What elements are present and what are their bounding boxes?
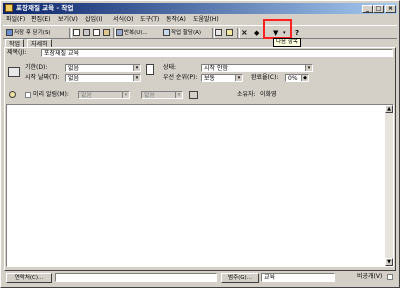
status-label: 상태: [163,64,177,71]
chevron-down-icon[interactable]: ▾ [175,92,182,98]
toolbar-separator [237,28,240,38]
start-date-field[interactable]: 없음 ▾ [65,74,141,82]
priority-value: 보통 [204,75,216,82]
categories-input[interactable]: 교육 [261,273,335,282]
reminder-time-field[interactable]: 없음 ▾ [141,91,183,99]
spinner-arrows-icon[interactable]: ◆ [301,75,308,81]
minimize-button[interactable]: _ [362,5,373,13]
notes-icon [226,29,233,36]
priority-label: 우선 순위(P): [163,74,198,81]
subject-label: 제목(J): [7,49,27,56]
speaker-icon[interactable] [189,91,198,99]
menu-view[interactable]: 보기(V) [58,15,78,24]
save-close-button[interactable]: 저장 후 닫기(S) [6,28,51,38]
assign-task-icon [163,29,170,36]
percent-complete-spinner[interactable]: 0% ◆ [285,74,309,82]
scroll-up-icon[interactable]: ▲ [385,105,393,113]
close-button[interactable]: × [385,5,396,13]
help-button[interactable]: ? [295,28,299,38]
assign-task-button[interactable]: 작업 할당(A) [163,28,201,38]
copy-button[interactable] [93,28,101,38]
bottom-bar: 연락처(C)... 범주(G)... 교육 비공개(V) [3,271,397,285]
vertical-scrollbar[interactable]: ▲ ▼ [385,105,393,266]
previous-item-button[interactable]: ◆ [254,28,259,38]
assign-task-label: 작업 할당(A) [171,30,202,36]
toolbar-separator [69,28,72,38]
menu-file[interactable]: 파일(F) [6,15,25,24]
due-date-field[interactable]: 없음 ▾ [65,64,141,72]
percent-complete-label: 완료율(C): [251,74,279,81]
priority-select[interactable]: 보통 ▾ [201,74,243,82]
paste-icon [103,29,110,36]
check-icon [215,29,222,36]
delete-button[interactable]: × [241,28,248,38]
window-title: 포장재질 교육 - 작업 [16,4,74,12]
subject-input[interactable]: 포장재질 교육 [41,49,393,57]
cut-button[interactable] [83,28,91,38]
reminder-checkbox[interactable] [25,92,31,98]
title-bar: 포장재질 교육 - 작업 _ □ × [3,3,397,14]
menu-tools[interactable]: 도구(T) [140,15,159,24]
recurrence-label: 반복(U)... [124,30,148,36]
recurrence-button[interactable]: 반복(U)... [116,28,148,38]
private-label: 비공개(V) [357,273,383,280]
menu-format[interactable]: 서식(O) [113,15,133,24]
status-select[interactable]: 시작 안함 ▾ [201,64,313,72]
cut-icon [83,29,90,36]
paste-button[interactable] [103,28,111,38]
chevron-down-icon[interactable]: ▾ [133,75,140,81]
start-date-label: 시작 날짜(T): [25,74,60,81]
reminder-date-field[interactable]: 없음 ▾ [78,91,130,99]
save-icon [6,29,13,36]
recurrence-icon [116,29,123,36]
chevron-down-icon[interactable]: ▾ [133,65,140,71]
menu-help[interactable]: 도움말(H) [193,15,219,24]
notes-textarea[interactable]: ▲ ▼ [6,104,394,267]
chevron-down-icon[interactable]: ▾ [305,65,312,71]
chevron-down-icon[interactable]: ▾ [235,75,242,81]
status-value: 시작 안함 [204,65,228,72]
highlight-box [263,19,292,39]
menu-actions[interactable]: 동작(A) [166,15,186,24]
reminder-date-value: 없음 [81,92,93,99]
percent-complete-value: 0% [288,75,298,82]
due-date-label: 기한(D): [25,64,48,71]
menu-insert[interactable]: 삽입(I) [85,15,103,24]
save-close-label: 저장 후 닫기(S) [14,30,51,36]
maximize-button[interactable]: □ [373,5,384,13]
notes-button[interactable] [226,28,234,38]
scroll-down-icon[interactable]: ▼ [385,258,393,266]
owner-label: 소유자: [237,91,256,98]
print-icon [73,29,80,36]
menu-edit[interactable]: 편집(E) [31,15,51,24]
print-button[interactable] [73,28,81,38]
due-date-value: 없음 [68,65,80,72]
chevron-down-icon[interactable]: ▾ [122,92,129,98]
owner-value: 이화영 [260,91,277,98]
task-icon [5,4,13,12]
menu-bar: 파일(F) 편집(E) 보기(V) 삽입(I) 서식(O) 도구(T) 동작(A… [3,15,397,24]
task-window: 포장재질 교육 - 작업 _ □ × 파일(F) 편집(E) 보기(V) 삽입(… [0,0,400,288]
copy-icon [93,29,100,36]
task-date-icon [8,67,20,77]
toolbar: 저장 후 닫기(S) 반복(U)... 작업 할당(A) × ◆ ▼ ▾ ? [3,25,397,39]
tooltip: 다음 항목 [273,38,301,47]
complete-task-button[interactable] [215,28,223,38]
start-date-value: 없음 [68,75,80,82]
bell-icon [9,91,16,98]
contacts-button[interactable]: 연락처(C)... [6,273,52,283]
priority-icon [146,64,154,75]
reminder-time-value: 없음 [144,92,156,99]
reminder-label: 미리 알림(M): [33,91,69,98]
contacts-input[interactable] [55,273,217,282]
private-checkbox[interactable] [387,274,393,280]
categories-button[interactable]: 범주(G)... [221,273,259,283]
